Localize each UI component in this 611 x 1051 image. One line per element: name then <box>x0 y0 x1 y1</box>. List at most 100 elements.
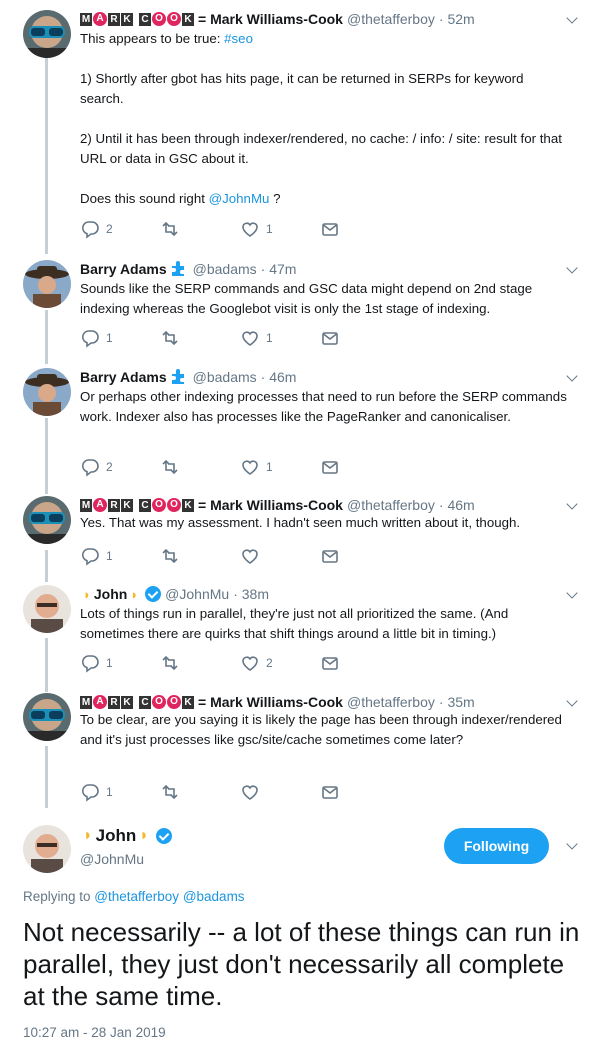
chevron-down-icon[interactable] <box>566 500 580 514</box>
tweet[interactable]: ◗ John ◗ @JohnMu · 38m Lots of things ru… <box>0 585 611 680</box>
mention-link[interactable]: @badams <box>183 889 245 904</box>
tweet[interactable]: Barry Adams @badams · 47m Sounds like th… <box>0 260 611 355</box>
tweet-time[interactable]: · 47m <box>261 261 297 277</box>
envelope-icon <box>322 461 338 474</box>
like-count: 1 <box>266 331 273 345</box>
author-handle[interactable]: @JohnMu <box>165 586 229 602</box>
tweet-time[interactable]: · 46m <box>261 369 297 385</box>
reply-button[interactable]: 1 <box>80 328 160 348</box>
tweet-timestamp[interactable]: 10:27 am - 28 Jan 2019 <box>23 1025 166 1040</box>
tweet-actions: 1 1 <box>80 328 400 348</box>
like-button[interactable] <box>240 782 320 802</box>
mention-link[interactable]: @JohnMu <box>209 191 270 206</box>
author-handle[interactable]: @thetafferboy <box>347 11 435 27</box>
tweet[interactable]: MARKCOOK = Mark Williams-Cook @thetaffer… <box>0 496 611 571</box>
tweet-time[interactable]: · 46m <box>439 497 475 513</box>
retweet-button[interactable] <box>160 546 240 566</box>
main-author-name[interactable]: ◗ John ◗ <box>80 826 172 846</box>
main-author-handle[interactable]: @JohnMu <box>80 851 144 867</box>
avatar[interactable] <box>23 368 71 416</box>
like-button[interactable]: 2 <box>240 653 320 673</box>
like-button[interactable]: 1 <box>240 219 320 239</box>
author-handle[interactable]: @thetafferboy <box>347 497 435 513</box>
puzzle-icon <box>170 260 188 279</box>
dm-button[interactable] <box>320 219 400 239</box>
retweet-icon <box>162 221 178 237</box>
dm-button[interactable] <box>320 328 400 348</box>
dm-button[interactable] <box>320 546 400 566</box>
reply-count: 2 <box>106 222 113 236</box>
retweet-button[interactable] <box>160 328 240 348</box>
tweet-header: MARKCOOK = Mark Williams-Cook @thetaffer… <box>80 496 475 514</box>
chevron-down-icon[interactable] <box>566 697 580 711</box>
retweet-button[interactable] <box>160 653 240 673</box>
chevron-down-icon[interactable] <box>566 840 580 854</box>
avatar[interactable] <box>23 496 71 544</box>
envelope-icon <box>322 332 338 345</box>
retweet-button[interactable] <box>160 782 240 802</box>
author-handle[interactable]: @thetafferboy <box>347 694 435 710</box>
dm-button[interactable] <box>320 457 400 477</box>
tweet-time[interactable]: · 38m <box>233 586 269 602</box>
banana-icon: ◗ <box>83 827 93 844</box>
reply-icon <box>81 784 99 802</box>
tweet[interactable]: MARKCOOK = Mark Williams-Cook @thetaffer… <box>0 693 611 808</box>
author-name[interactable]: = Mark Williams-Cook <box>198 694 343 710</box>
avatar[interactable] <box>23 585 71 633</box>
author-name[interactable]: John <box>94 586 127 602</box>
tweet-header: Barry Adams @badams · 47m <box>80 260 296 278</box>
reply-count: 2 <box>106 460 113 474</box>
reply-button[interactable]: 1 <box>80 546 160 566</box>
tweet-time[interactable]: · 35m <box>439 694 475 710</box>
envelope-icon <box>322 786 338 799</box>
avatar[interactable] <box>23 10 71 58</box>
reply-button[interactable]: 1 <box>80 653 160 673</box>
tweet[interactable]: Barry Adams @badams · 46m Or perhaps oth… <box>0 368 611 483</box>
reply-count: 1 <box>106 785 113 799</box>
reply-icon <box>81 330 99 348</box>
banana-icon: ◗ <box>139 827 149 844</box>
author-name[interactable]: Barry Adams <box>80 261 167 277</box>
avatar[interactable] <box>23 825 71 873</box>
retweet-icon <box>162 655 178 671</box>
avatar[interactable] <box>23 260 71 308</box>
reply-icon <box>81 221 99 239</box>
banana-icon: ◗ <box>130 586 139 602</box>
author-name[interactable]: John <box>96 826 137 846</box>
author-handle[interactable]: @badams <box>193 369 257 385</box>
retweet-button[interactable] <box>160 219 240 239</box>
tweet[interactable]: MARKCOOK = Mark Williams-Cook @thetaffer… <box>0 10 611 245</box>
retweet-button[interactable] <box>160 457 240 477</box>
hashtag-link[interactable]: #seo <box>224 31 253 46</box>
tweet-header: MARKCOOK = Mark Williams-Cook @thetaffer… <box>80 10 475 28</box>
dm-button[interactable] <box>320 653 400 673</box>
dm-button[interactable] <box>320 782 400 802</box>
like-button[interactable] <box>240 546 320 566</box>
chevron-down-icon[interactable] <box>566 14 580 28</box>
author-name[interactable]: = Mark Williams-Cook <box>198 11 343 27</box>
following-button[interactable]: Following <box>444 828 549 864</box>
tweet-time[interactable]: · 52m <box>439 11 475 27</box>
chevron-down-icon[interactable] <box>566 589 580 603</box>
tweet-text: This appears to be true: #seo 1) Shortly… <box>80 31 562 206</box>
mark-cook-logo-icon: MARKCOOK <box>80 12 194 26</box>
chevron-down-icon[interactable] <box>566 372 580 386</box>
mark-cook-logo-icon: MARKCOOK <box>80 695 194 709</box>
reply-button[interactable]: 2 <box>80 457 160 477</box>
like-button[interactable]: 1 <box>240 328 320 348</box>
like-button[interactable]: 1 <box>240 457 320 477</box>
retweet-icon <box>162 784 178 800</box>
author-name[interactable]: Barry Adams <box>80 369 167 385</box>
like-count: 1 <box>266 222 273 236</box>
mention-link[interactable]: @thetafferboy <box>94 889 179 904</box>
like-count: 1 <box>266 460 273 474</box>
author-name[interactable]: = Mark Williams-Cook <box>198 497 343 513</box>
reply-button[interactable]: 1 <box>80 782 160 802</box>
reply-button[interactable]: 2 <box>80 219 160 239</box>
avatar[interactable] <box>23 693 71 741</box>
author-handle[interactable]: @badams <box>193 261 257 277</box>
reply-icon <box>81 548 99 566</box>
tweet-text: To be clear, are you saying it is likely… <box>80 712 566 747</box>
verified-icon <box>145 586 162 602</box>
chevron-down-icon[interactable] <box>566 264 580 278</box>
